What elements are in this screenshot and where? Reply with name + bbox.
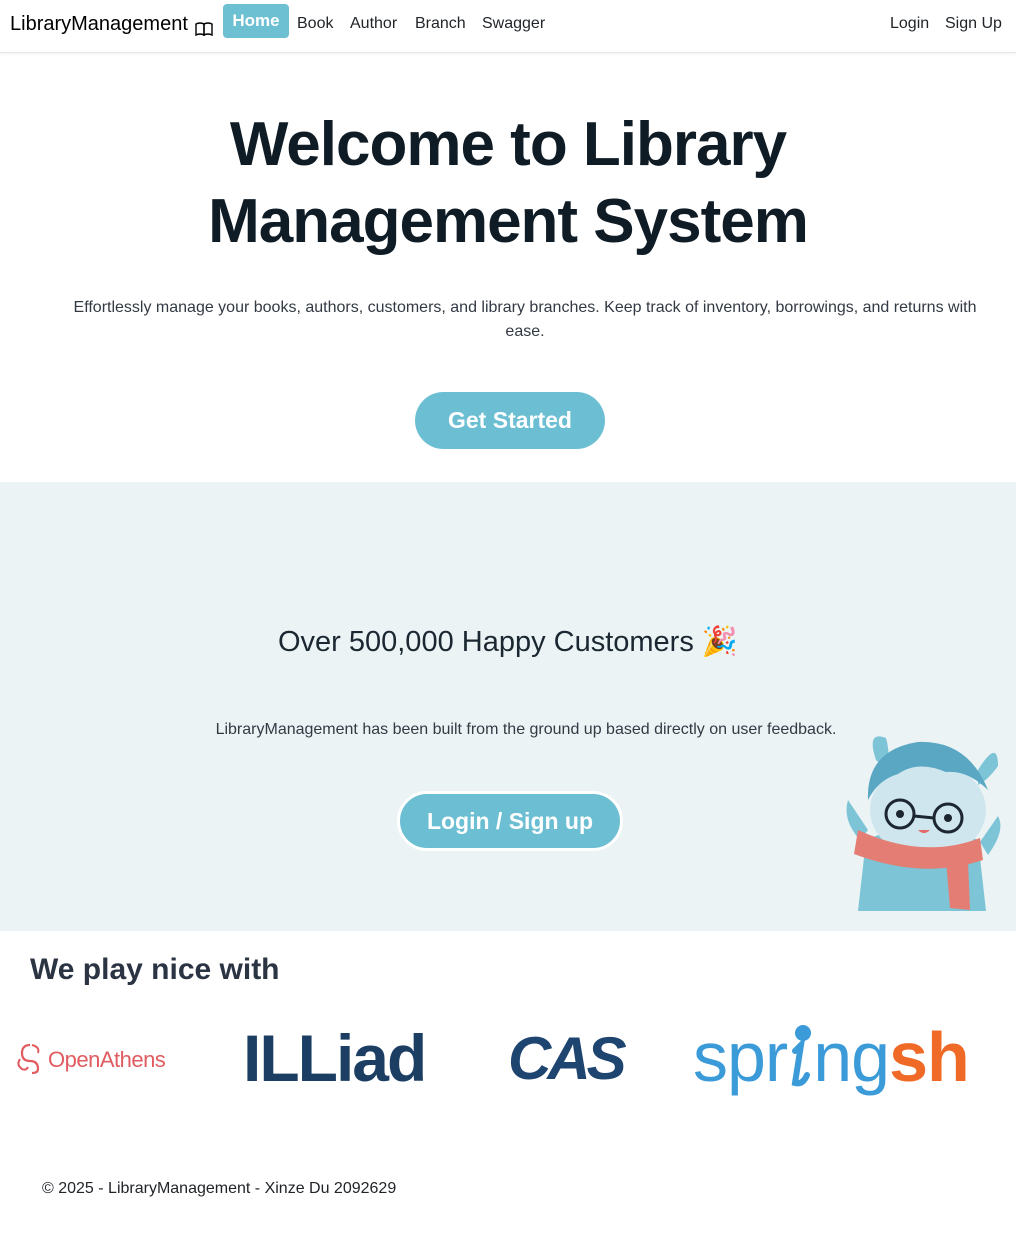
- brand-name: LibraryManagement: [10, 13, 188, 35]
- illiad-logo: ILLiad: [243, 1021, 427, 1095]
- login-signup-button[interactable]: Login / Sign up: [397, 791, 623, 851]
- nav-branch[interactable]: Branch: [415, 15, 466, 33]
- brand-link[interactable]: LibraryManagement: [10, 13, 213, 36]
- signup-link[interactable]: Sign Up: [945, 15, 1002, 33]
- customers-section: Over 500,000 Happy Customers 🎉 LibraryMa…: [0, 482, 1016, 931]
- navbar: LibraryManagement Home Book Author Branc…: [0, 0, 1016, 53]
- springshare-i-icon: [787, 1012, 813, 1102]
- springshare-text-b: ngsh: [813, 1018, 970, 1096]
- hero-subtitle: Effortlessly manage your books, authors,…: [73, 299, 977, 340]
- cas-logo: CAS: [508, 1024, 627, 1094]
- openathens-text: OpenAthens: [48, 1047, 166, 1072]
- party-popper-icon: 🎉: [701, 626, 739, 658]
- customers-subtitle: LibraryManagement has been built from th…: [215, 721, 837, 738]
- nav-home[interactable]: Home: [223, 4, 289, 38]
- customers-title: Over 500,000 Happy Customers 🎉: [0, 625, 1016, 659]
- openathens-logo: OpenAthens: [16, 1040, 166, 1080]
- footer-text: © 2025 - LibraryManagement - Xinze Du 20…: [42, 1180, 397, 1197]
- springshare-text-a: spr: [693, 1018, 788, 1096]
- mascot-illustration: [838, 730, 1008, 911]
- get-started-button[interactable]: Get Started: [415, 392, 605, 449]
- nav-swagger[interactable]: Swagger: [482, 15, 545, 33]
- customers-title-text: Over 500,000 Happy Customers: [277, 626, 694, 658]
- springshare-logo: spr ngsh: [693, 1012, 970, 1102]
- springshare-text-ng: ng: [813, 1018, 890, 1096]
- nav-author[interactable]: Author: [350, 15, 397, 33]
- book-open-icon: [195, 19, 213, 36]
- hero-title: Welcome to Library Management System: [0, 106, 1016, 260]
- login-link[interactable]: Login: [890, 15, 929, 33]
- partners-title: We play nice with: [30, 953, 280, 986]
- cas-text: CAS: [508, 1025, 627, 1092]
- nav-book[interactable]: Book: [297, 15, 333, 33]
- openathens-mark-icon: [16, 1041, 44, 1080]
- hero-title-line2: Management System: [208, 187, 809, 256]
- hero-title-line1: Welcome to Library: [229, 110, 787, 179]
